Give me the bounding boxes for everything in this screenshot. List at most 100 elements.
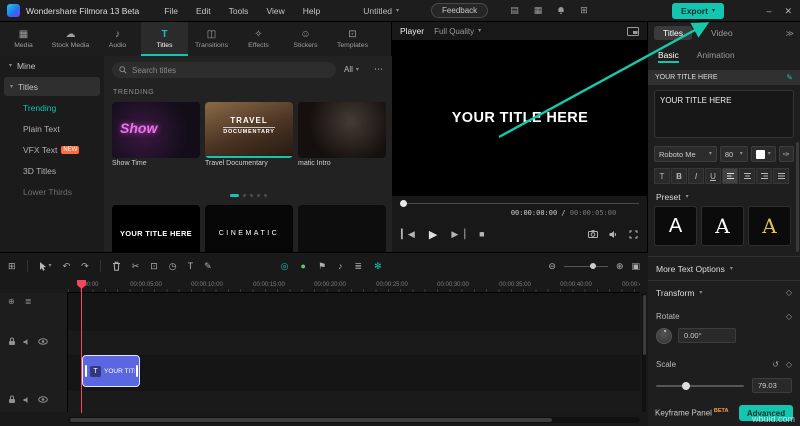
horizontal-scrollbar[interactable] (68, 417, 640, 423)
close-button[interactable]: ✕ (784, 6, 792, 17)
tab-media[interactable]: ▦ Media (0, 22, 47, 56)
sidebar-item-plain-text[interactable]: Plain Text (0, 118, 104, 139)
text-tool-icon[interactable]: T (188, 261, 194, 271)
scale-value-field[interactable]: 79.03 (752, 378, 792, 393)
more-options-icon[interactable]: ⋯ (374, 64, 383, 75)
keyframe-tool-icon[interactable]: ◎ (281, 261, 289, 272)
font-size-dropdown[interactable]: 80 ▾ (720, 146, 748, 162)
sidebar-group-mine[interactable]: ▾ Mine (0, 56, 104, 76)
mixer-icon[interactable]: ≣ (355, 261, 363, 272)
align-right-button[interactable] (756, 168, 772, 184)
bold-button[interactable]: B (671, 168, 687, 184)
render-preview-icon[interactable]: ✻ (374, 261, 382, 272)
sidebar-item-lower-thirds[interactable]: Lower Thirds (0, 181, 104, 202)
tab-stickers[interactable]: ☺ Stickers (282, 22, 329, 56)
more-text-options[interactable]: More Text Options ▾ (656, 264, 733, 274)
vertical-scrollbar-thumb[interactable] (643, 295, 646, 355)
preset-tile-3[interactable]: A (748, 206, 791, 246)
subtab-animation[interactable]: Animation (697, 50, 735, 63)
underline-button[interactable]: U (705, 168, 721, 184)
properties-tab-titles[interactable]: Titles (654, 26, 692, 40)
marker-flag-icon[interactable]: ⚑ (318, 261, 326, 272)
menu-tools[interactable]: Tools (220, 6, 258, 16)
panel-scrollbar[interactable] (796, 142, 799, 252)
sidebar-item-3d-titles[interactable]: 3D Titles (0, 160, 104, 181)
justify-button[interactable] (773, 168, 789, 184)
voiceover-icon[interactable]: ♪ (338, 261, 343, 271)
feedback-button[interactable]: Feedback (431, 3, 488, 18)
reset-icon[interactable]: ↺ (772, 360, 779, 369)
add-track-icon[interactable]: ⊕ (8, 297, 15, 306)
split-scissors-icon[interactable]: ✂ (132, 261, 140, 272)
horizontal-scrollbar-thumb[interactable] (70, 418, 552, 422)
media-browser-icon[interactable]: ⊞ (8, 261, 16, 272)
preset-tile-1[interactable]: A (654, 206, 697, 246)
lock-icon[interactable] (8, 337, 16, 346)
keyframe-diamond-icon[interactable]: ◇ (786, 360, 792, 369)
play-button[interactable]: ▶ (429, 228, 437, 241)
font-color-dropdown[interactable]: ▾ (751, 146, 776, 162)
title-card[interactable] (298, 205, 386, 252)
preview-canvas[interactable]: YOUR TITLE HERE (392, 40, 648, 196)
collapse-panel-icon[interactable]: ≫ (786, 29, 794, 38)
rotate-value-field[interactable]: 0.00° (678, 328, 736, 343)
menu-view[interactable]: View (257, 6, 293, 16)
next-frame-button[interactable]: ▶▕ (451, 229, 465, 240)
notification-bell-icon[interactable] (557, 6, 565, 15)
vertical-scrollbar[interactable] (642, 293, 646, 412)
keyframe-diamond-icon[interactable]: ◇ (786, 288, 792, 297)
layout-icon[interactable]: ▦ (534, 5, 543, 16)
stop-button[interactable]: ■ (479, 229, 484, 239)
scale-slider-handle[interactable] (682, 382, 690, 390)
crop-icon[interactable]: ⊡ (150, 261, 158, 272)
search-input[interactable] (132, 66, 329, 75)
align-left-button[interactable] (722, 168, 738, 184)
edit-title-icon[interactable]: ✎ (786, 73, 793, 82)
track-options-icon[interactable]: ≣ (25, 297, 32, 306)
undo-icon[interactable]: ↶ (63, 261, 71, 272)
zoom-in-icon[interactable]: ⊕ (616, 261, 624, 272)
italic-button[interactable]: I (688, 168, 704, 184)
project-name-dropdown[interactable]: Untitled ▾ (363, 6, 399, 16)
tab-templates[interactable]: ⊡ Templates (329, 22, 376, 56)
delete-icon[interactable] (112, 261, 121, 271)
tab-audio[interactable]: ♪ Audio (94, 22, 141, 56)
search-box[interactable] (112, 62, 336, 78)
quality-dropdown[interactable]: Full Quality ▾ (434, 27, 481, 36)
eye-icon[interactable] (38, 338, 48, 345)
keyframe-panel-button[interactable]: Keyframe PanelBETA (655, 408, 729, 418)
text-style-button[interactable]: T (654, 168, 670, 184)
mute-icon[interactable] (23, 338, 31, 346)
tab-stock-media[interactable]: ☁ Stock Media (47, 22, 94, 56)
mute-icon[interactable] (23, 396, 31, 404)
keyframe-diamond-icon[interactable]: ◇ (786, 312, 792, 321)
eyedropper-icon[interactable]: ✑ (779, 146, 794, 162)
rotate-knob[interactable] (656, 328, 672, 344)
title-card-show-time[interactable]: Show (112, 102, 200, 158)
tab-transitions[interactable]: ◫ Transitions (188, 22, 235, 56)
font-family-dropdown[interactable]: Roboto Me ▾ (654, 146, 717, 162)
minimize-button[interactable]: – (766, 6, 771, 16)
resource-grid-icon[interactable]: ⊞ (580, 5, 588, 16)
seek-handle[interactable] (400, 200, 407, 207)
pen-tool-icon[interactable]: ✎ (204, 261, 212, 272)
select-tool-icon[interactable]: ▾ (39, 261, 52, 271)
menu-edit[interactable]: Edit (187, 6, 220, 16)
lock-icon[interactable] (8, 395, 16, 404)
sidebar-item-trending[interactable]: Trending (0, 97, 104, 118)
display-icon[interactable]: ▤ (510, 5, 519, 16)
title-card-cinematic-intro[interactable] (298, 102, 386, 158)
chroma-key-icon[interactable]: ● (301, 261, 306, 271)
timeline-ruler[interactable]: 00:00 00:00:05:00 00:00:10:00 00:00:15:0… (68, 279, 640, 293)
seek-bar[interactable] (400, 203, 639, 204)
fullscreen-icon[interactable] (629, 230, 638, 239)
title-card-your-title-here[interactable]: YOUR TITLE HERE (112, 205, 200, 252)
subtab-basic[interactable]: Basic (658, 50, 679, 63)
title-card-cinematic[interactable]: CINEMATIC (205, 205, 293, 252)
tab-titles[interactable]: T Titles (141, 22, 188, 56)
tab-effects[interactable]: ✧ Effects (235, 22, 282, 56)
eye-icon[interactable] (38, 396, 48, 403)
zoom-slider-handle[interactable] (590, 263, 596, 269)
filter-dropdown[interactable]: All ▾ (344, 65, 359, 74)
zoom-out-icon[interactable]: ⊖ (548, 261, 556, 272)
